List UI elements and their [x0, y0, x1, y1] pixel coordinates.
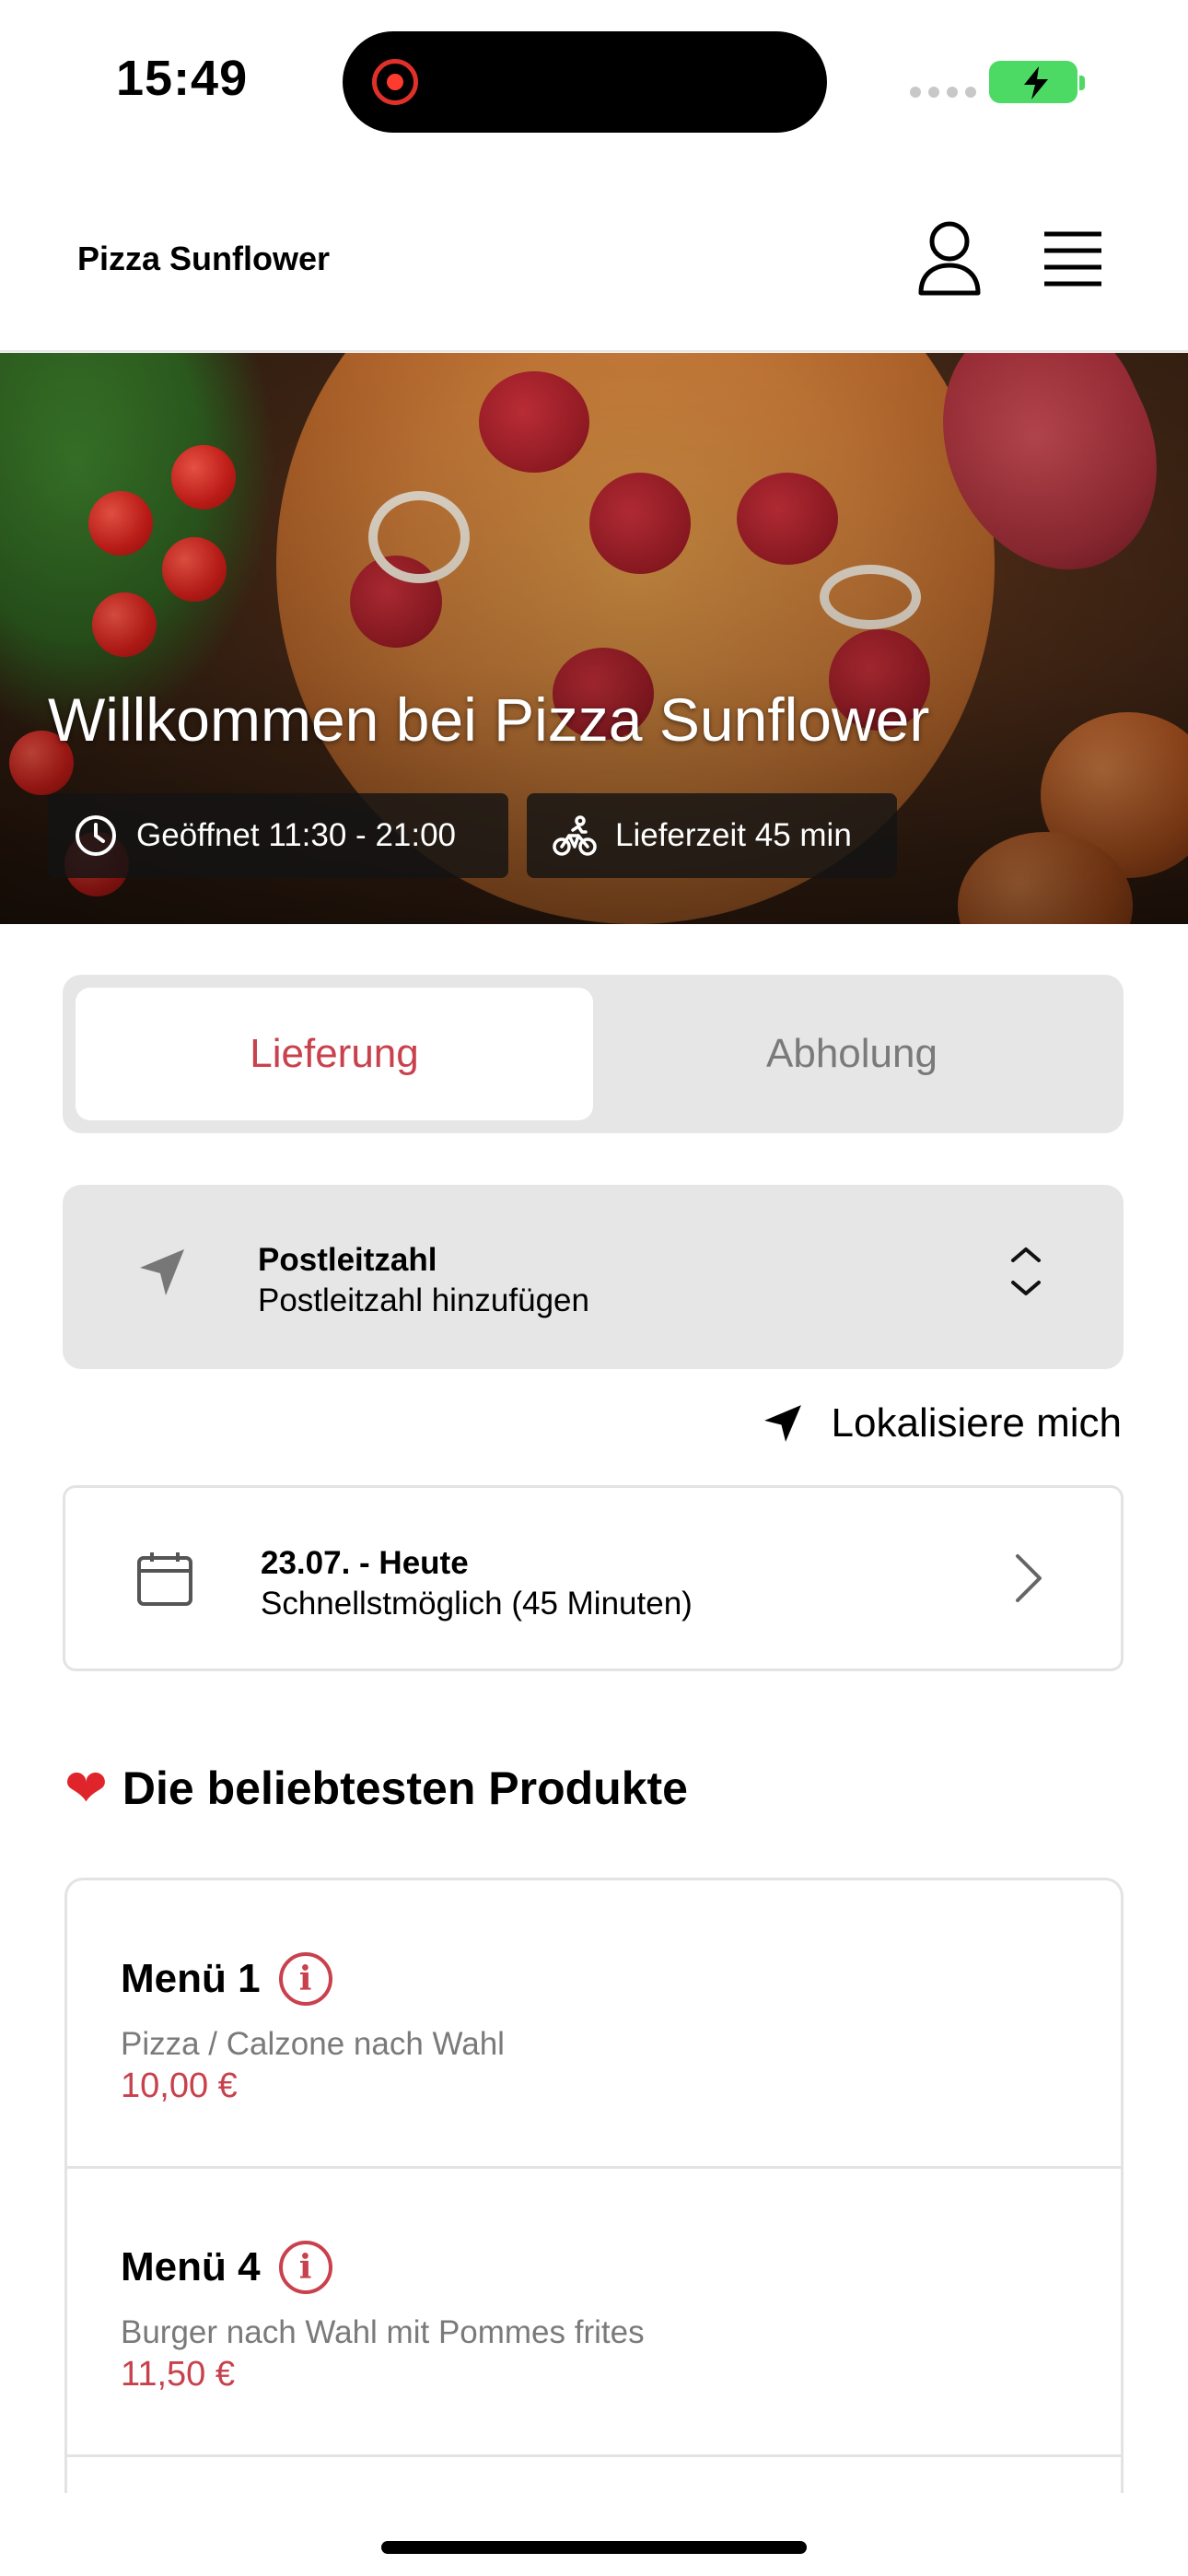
user-icon: [918, 221, 981, 296]
tab-delivery[interactable]: Lieferung: [76, 988, 593, 1120]
list-item[interactable]: Menü 4 i Burger nach Wahl mit Pommes fri…: [67, 2169, 1121, 2457]
product-name: Menü 4: [121, 2244, 261, 2289]
chevron-right-icon: [1016, 1554, 1042, 1602]
info-icon[interactable]: i: [278, 2241, 332, 2294]
location-arrow-icon: [140, 1249, 184, 1295]
signal-icon: [910, 87, 976, 98]
popular-products-list: Menü 1 i Pizza / Calzone nach Wahl 10,00…: [64, 1878, 1124, 2493]
product-price: 11,50 €: [121, 2355, 235, 2394]
location-arrow-icon: [763, 1405, 801, 1442]
hero-title: Willkommen bei Pizza Sunflower: [48, 685, 930, 754]
delivery-date-label: 23.07. - Heute: [261, 1545, 469, 1581]
delivery-time-text: Lieferzeit 45 min: [615, 817, 852, 853]
home-indicator[interactable]: [381, 2541, 807, 2554]
product-price: 10,00 €: [121, 2067, 238, 2105]
postal-code-label: Postleitzahl: [258, 1242, 437, 1278]
status-bar: 15:49: [0, 0, 1188, 157]
product-description: Pizza / Calzone nach Wahl: [121, 2026, 505, 2062]
hero-banner: Willkommen bei Pizza Sunflower Geöffnet …: [0, 353, 1188, 924]
tab-pickup[interactable]: Abholung: [593, 988, 1111, 1120]
clock-icon: [76, 815, 116, 856]
heart-icon: ❤: [64, 1759, 108, 1817]
info-icon[interactable]: i: [278, 1952, 332, 2006]
product-name: Menü 1: [121, 1956, 261, 2001]
product-description: Burger nach Wahl mit Pommes frites: [121, 2314, 645, 2350]
dynamic-island: [343, 31, 827, 133]
opening-hours-badge: Geöffnet 11:30 - 21:00: [48, 793, 508, 878]
postal-code-input[interactable]: Postleitzahl hinzufügen: [258, 1282, 589, 1319]
popular-products-heading: ❤ Die beliebtesten Produkte: [64, 1762, 688, 1815]
status-time: 15:49: [116, 51, 249, 106]
calendar-icon: [137, 1552, 192, 1606]
order-mode-toggle: Lieferung Abholung: [63, 975, 1124, 1133]
chevron-up-down-icon: [1011, 1247, 1041, 1295]
bicycle-icon: [553, 815, 597, 856]
user-account-button[interactable]: [915, 219, 984, 299]
app-header: Pizza Sunflower: [0, 184, 1188, 352]
delivery-time-badge: Lieferzeit 45 min: [527, 793, 897, 878]
popular-products-title: Die beliebtesten Produkte: [122, 1762, 688, 1814]
localize-me-button[interactable]: Lokalisiere mich: [762, 1400, 1122, 1446]
hamburger-menu-icon: [1044, 231, 1101, 287]
menu-button[interactable]: [1039, 225, 1107, 295]
delivery-date-selector[interactable]: 23.07. - Heute Schnellstmöglich (45 Minu…: [63, 1485, 1124, 1671]
delivery-time-label: Schnellstmöglich (45 Minuten): [261, 1586, 693, 1622]
brand-name[interactable]: Pizza Sunflower: [77, 240, 330, 278]
opening-hours-text: Geöffnet 11:30 - 21:00: [136, 817, 457, 853]
postal-code-selector[interactable]: Postleitzahl Postleitzahl hinzufügen: [63, 1185, 1124, 1369]
list-item[interactable]: Menü 1 i Pizza / Calzone nach Wahl 10,00…: [67, 1880, 1121, 2169]
localize-me-label: Lokalisiere mich: [831, 1400, 1122, 1446]
recording-indicator-icon: [372, 59, 418, 105]
battery-charging-icon: [989, 61, 1085, 103]
